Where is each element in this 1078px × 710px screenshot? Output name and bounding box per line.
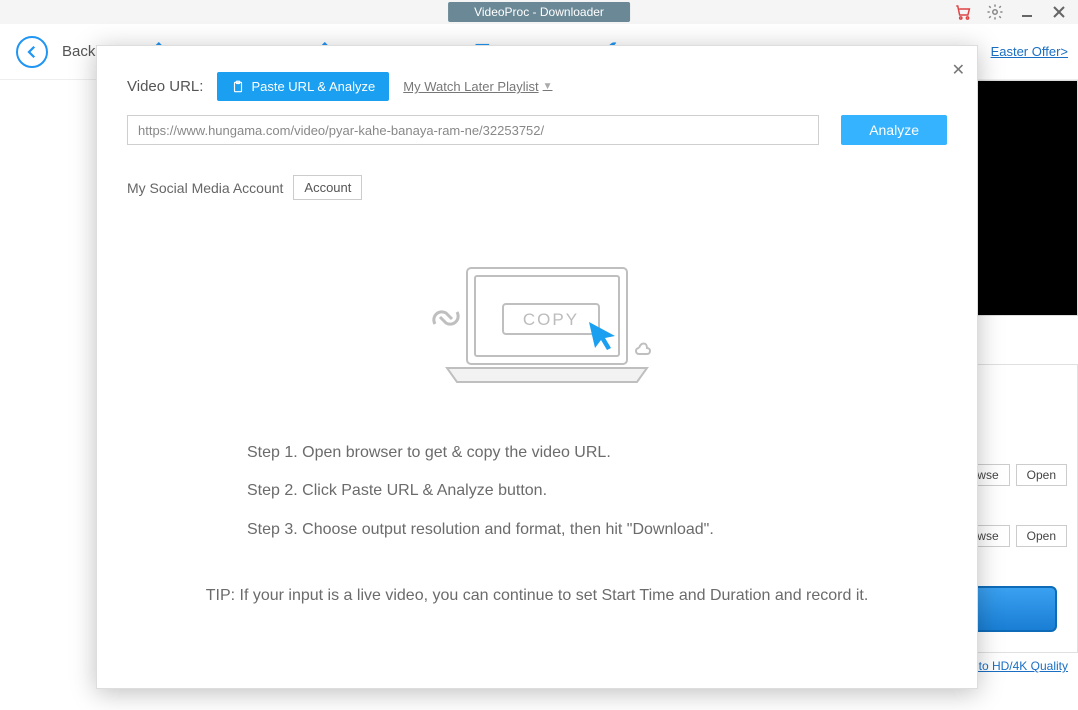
step-2: Step 2. Click Paste URL & Analyze button…	[247, 472, 827, 510]
titlebar: VideoProc - Downloader	[0, 0, 1078, 24]
video-url-input[interactable]	[127, 115, 819, 145]
modal-close-icon[interactable]: ✕	[952, 60, 965, 80]
instruction-illustration: COPY	[97, 260, 977, 390]
paste-url-analyze-button[interactable]: Paste URL & Analyze	[217, 72, 389, 101]
gear-icon[interactable]	[986, 3, 1004, 21]
link-icon	[434, 312, 458, 324]
social-account-label: My Social Media Account	[127, 180, 283, 196]
back-label: Back	[62, 43, 95, 60]
instruction-steps: Step 1. Open browser to get & copy the v…	[247, 434, 827, 549]
back-button[interactable]	[16, 36, 48, 68]
cart-icon[interactable]	[954, 3, 972, 21]
account-button[interactable]: Account	[293, 175, 362, 200]
droplet-icon	[636, 344, 650, 355]
clipboard-icon	[231, 80, 245, 94]
close-icon[interactable]	[1050, 3, 1068, 21]
open-button-2[interactable]: Open	[1016, 525, 1067, 547]
video-url-label: Video URL:	[127, 78, 203, 95]
open-button-1[interactable]: Open	[1016, 464, 1067, 486]
minimize-icon[interactable]	[1018, 3, 1036, 21]
analyze-button[interactable]: Analyze	[841, 115, 947, 145]
easter-offer-link[interactable]: Easter Offer>	[991, 44, 1068, 59]
chevron-down-icon: ▼	[543, 81, 553, 92]
copy-illus-text: COPY	[523, 310, 579, 329]
step-3: Step 3. Choose output resolution and for…	[247, 511, 827, 549]
tip-text: TIP: If your input is a live video, you …	[97, 587, 977, 605]
app-title: VideoProc - Downloader	[448, 2, 630, 22]
add-video-modal: ✕ Video URL: Paste URL & Analyze My Watc…	[96, 45, 978, 689]
step-1: Step 1. Open browser to get & copy the v…	[247, 434, 827, 472]
watch-later-playlist-link[interactable]: My Watch Later Playlist▼	[403, 79, 552, 94]
